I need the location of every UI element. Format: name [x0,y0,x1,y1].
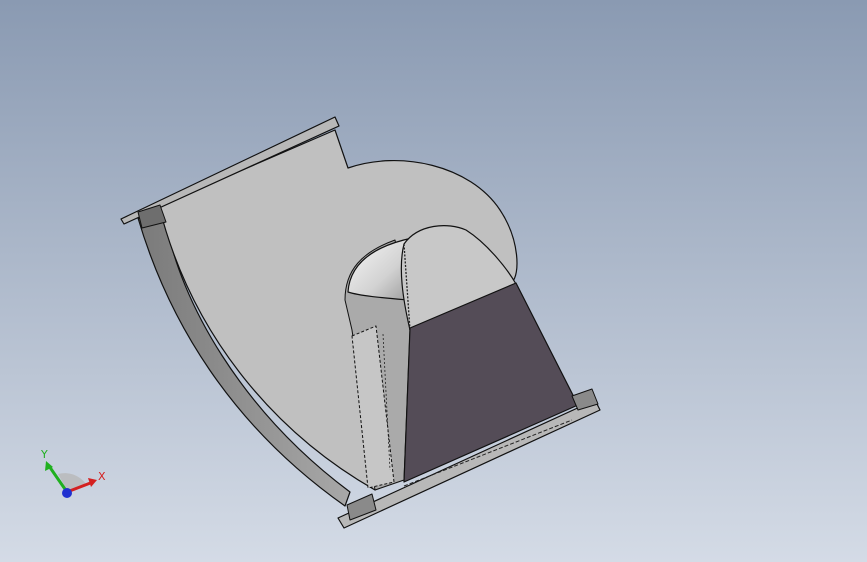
graphics-viewport[interactable]: X Y [0,0,867,562]
viewport-canvas[interactable]: X Y [0,0,867,562]
z-axis-icon [62,488,72,498]
x-axis-label: X [98,470,106,483]
y-axis-label: Y [40,448,48,461]
